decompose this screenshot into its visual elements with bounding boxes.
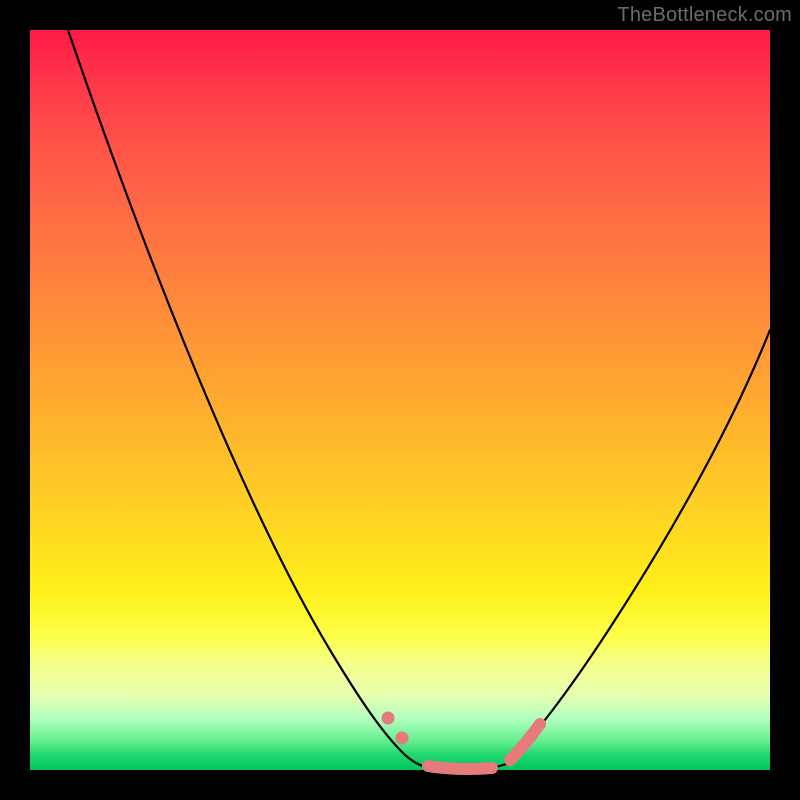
watermark-text: TheBottleneck.com bbox=[617, 4, 792, 27]
curves-svg bbox=[30, 30, 770, 770]
left-dot-2 bbox=[396, 732, 409, 745]
right-cap-marker bbox=[510, 724, 540, 760]
left-dot-1 bbox=[382, 712, 395, 725]
chart-frame: TheBottleneck.com bbox=[0, 0, 800, 800]
valley-floor-marker bbox=[428, 766, 492, 769]
plot-area bbox=[30, 30, 770, 770]
right-curve bbox=[506, 330, 770, 764]
left-curve bbox=[68, 30, 426, 767]
